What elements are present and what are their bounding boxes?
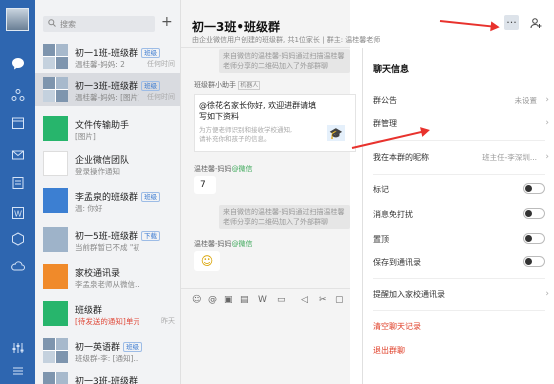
class-tag: 下载 bbox=[140, 231, 160, 241]
emoji-icon[interactable]: ☺ bbox=[192, 295, 201, 305]
row-nickname[interactable]: 我在本群的昵称 班主任-李深圳... › bbox=[363, 144, 554, 170]
mention-icon[interactable]: @ bbox=[208, 295, 217, 305]
group-avatar bbox=[43, 77, 68, 102]
bot-badge: 机器人 bbox=[238, 81, 261, 90]
word-doc-icon[interactable]: W bbox=[258, 295, 267, 305]
list-item[interactable]: 初一英语群 班级 班级群-李: [通知]... bbox=[35, 334, 180, 367]
folder-icon[interactable]: ▭ bbox=[277, 295, 286, 305]
class-tag: 班级 bbox=[141, 192, 161, 202]
list-item[interactable]: 李孟泉的班级群 班级 温: 你好 bbox=[35, 184, 180, 217]
chat-panel: 初一3班•班级群 由企业微信用户创建的班级群, 共1位家长 | 群主: 温桂馨老… bbox=[181, 0, 380, 384]
list-item[interactable]: 初一5班-班级群下载 当前群暂已不成 "初一... bbox=[35, 223, 180, 256]
divider bbox=[181, 47, 350, 48]
save-contacts-toggle[interactable] bbox=[523, 256, 545, 267]
system-message: 来自微信的温桂馨-妈妈通过扫描温桂馨老师分享的二维码加入了外部群聊 bbox=[219, 49, 350, 73]
list-item[interactable]: 企业微信团队 登录操作通知 bbox=[35, 147, 180, 180]
row-mark: 标记 bbox=[363, 176, 554, 202]
wecom-logo-icon bbox=[43, 151, 68, 176]
mail-icon[interactable] bbox=[10, 147, 25, 162]
welcome-card[interactable]: @徐花名家长你好, 欢迎进群请填写如下资料 为方便老师识别和接收学校通知, 请补… bbox=[194, 94, 356, 152]
group-avatar bbox=[43, 338, 68, 363]
chevron-right-icon: › bbox=[545, 95, 549, 105]
row-mute: 消息免打扰 bbox=[363, 201, 554, 227]
clear-history-button[interactable]: 清空聊天记录 bbox=[363, 313, 554, 339]
add-button[interactable]: + bbox=[161, 14, 173, 30]
conversation-list: 搜索 + 初一1班-班级群 班级 温桂馨-妈妈: 2 任何时间 初一3班-班级群班… bbox=[35, 0, 181, 384]
exit-group-button[interactable]: 退出群聊 bbox=[363, 337, 554, 363]
list-item[interactable]: 班级群 [待发送的通知]单元... 昨天 bbox=[35, 297, 180, 330]
divider bbox=[373, 140, 545, 141]
emoji-bubble[interactable]: ☺ bbox=[194, 251, 220, 271]
mute-toggle[interactable] bbox=[523, 208, 545, 219]
class-tag: 班级 bbox=[123, 342, 143, 352]
system-message: 来自微信的温桂馨-妈妈通过扫描温桂馨老师分享的二维码加入了外部群聊 bbox=[219, 205, 350, 229]
input-toolbar bbox=[181, 288, 350, 289]
group-avatar bbox=[43, 301, 68, 326]
menu-icon[interactable] bbox=[10, 363, 25, 378]
chevron-right-icon: › bbox=[545, 118, 549, 128]
message-icon[interactable] bbox=[10, 56, 25, 71]
drive-icon[interactable] bbox=[10, 258, 25, 273]
message-sender: 温桂馨-妈妈@微信 bbox=[194, 165, 253, 173]
search-icon bbox=[48, 18, 56, 30]
message-bubble[interactable]: 7 bbox=[194, 176, 216, 194]
search-input[interactable]: 搜索 bbox=[43, 16, 155, 32]
graduation-cap-icon: 🎓 bbox=[327, 125, 345, 141]
divider bbox=[373, 174, 545, 175]
divider bbox=[373, 310, 545, 311]
group-avatar bbox=[43, 44, 68, 69]
calendar-icon[interactable] bbox=[10, 115, 25, 130]
divider bbox=[373, 278, 545, 279]
svg-text:W: W bbox=[14, 209, 22, 218]
mark-toggle[interactable] bbox=[523, 183, 545, 194]
chat-info-drawer: 聊天信息 群公告 未设置 › 群管理 › 我在本群的昵称 班主任-李深圳... … bbox=[362, 48, 554, 384]
more-options-icon[interactable]: ··· bbox=[504, 15, 519, 30]
group-avatar bbox=[43, 372, 68, 384]
list-item[interactable]: 家校通讯录 李孟泉老师从微信... bbox=[35, 260, 180, 293]
row-group-management[interactable]: 群管理 › bbox=[363, 110, 554, 136]
chevron-right-icon: › bbox=[545, 289, 549, 299]
list-item[interactable]: 初一3班-班级群 bbox=[35, 368, 180, 384]
search-placeholder: 搜索 bbox=[60, 19, 76, 29]
word-icon[interactable]: W bbox=[10, 205, 25, 220]
chat-description: 由企业微信用户创建的班级群, 共1位家长 | 群主: 温桂馨老师 bbox=[192, 36, 381, 44]
file-icon[interactable]: ▢ bbox=[335, 295, 344, 305]
contacts-book-icon bbox=[43, 264, 68, 289]
settings-icon[interactable] bbox=[10, 340, 25, 355]
group-avatar bbox=[43, 227, 68, 252]
announce-icon[interactable]: ◁ bbox=[301, 295, 308, 305]
pin-toggle[interactable] bbox=[523, 233, 545, 244]
list-item-selected[interactable]: 初一3班-班级群 班级 温桂馨-妈妈: [图片] 任何时间 bbox=[35, 73, 180, 106]
workbench-icon[interactable] bbox=[10, 231, 25, 246]
annotation-arrow bbox=[439, 20, 498, 29]
scissors-icon[interactable]: ✂ bbox=[319, 295, 327, 305]
chat-title: 初一3班•班级群 bbox=[192, 20, 281, 34]
message-sender: 温桂馨-妈妈@微信 bbox=[194, 240, 253, 248]
doc-icon[interactable] bbox=[10, 175, 25, 190]
contacts-icon[interactable] bbox=[10, 87, 25, 102]
message-sender: 班级群小助手 机器人 bbox=[194, 81, 261, 90]
drawer-title: 聊天信息 bbox=[373, 65, 410, 75]
chevron-right-icon: › bbox=[545, 152, 549, 162]
row-save-contacts: 保存到通讯录 bbox=[363, 249, 554, 275]
attach-icon[interactable]: ▤ bbox=[240, 295, 249, 305]
class-tag: 班级 bbox=[140, 81, 160, 91]
list-item[interactable]: 初一1班-班级群 班级 温桂馨-妈妈: 2 任何时间 bbox=[35, 40, 180, 73]
folder-icon bbox=[43, 116, 68, 141]
add-member-icon[interactable] bbox=[528, 15, 543, 30]
user-avatar[interactable] bbox=[6, 8, 29, 31]
nav-rail: W bbox=[0, 0, 35, 384]
image-icon[interactable]: ▣ bbox=[224, 295, 233, 305]
row-remind-contacts[interactable]: 提醒加入家校通讯录 › bbox=[363, 281, 554, 307]
group-avatar bbox=[43, 188, 68, 213]
class-tag: 班级 bbox=[140, 48, 160, 58]
list-item[interactable]: 文件传输助手 [图片] bbox=[35, 112, 180, 145]
